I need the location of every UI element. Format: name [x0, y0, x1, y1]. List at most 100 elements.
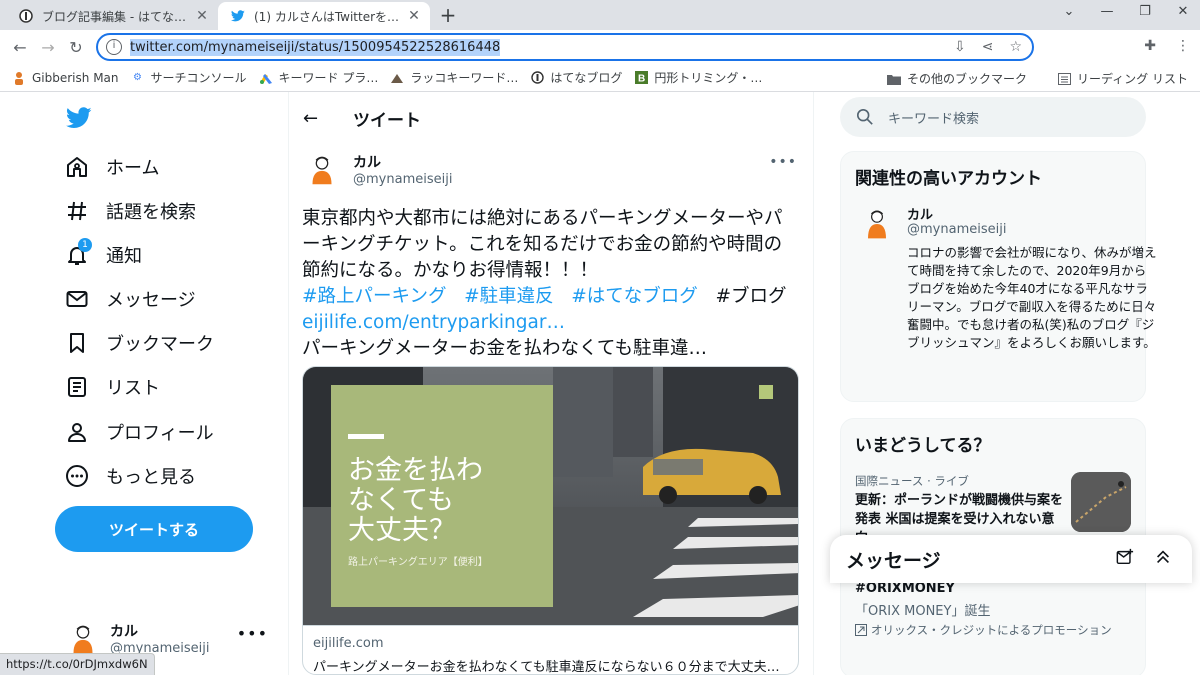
related-name[interactable]: カル — [907, 204, 933, 223]
bookmark-search-console[interactable]: ⚙ サーチコンソール — [131, 69, 247, 86]
hashtag-link[interactable]: #駐車違反 — [464, 286, 554, 307]
avatar — [64, 619, 102, 657]
more-horizontal-icon[interactable]: ••• — [237, 624, 268, 643]
minimize-icon[interactable]: — — [1096, 4, 1118, 19]
star-icon[interactable]: ☆ — [1009, 39, 1022, 55]
bookmark-other[interactable]: その他のブックマーク — [887, 70, 1027, 87]
nav-notifications[interactable]: 1 通知 — [64, 238, 142, 268]
trend-item-promoted[interactable]: #ORIXMONEY 「ORIX MONEY」誕生 オリックス・クレジットによる… — [855, 577, 1135, 638]
back-icon[interactable]: ← — [6, 38, 34, 57]
share-icon[interactable]: ⋖ — [982, 39, 994, 55]
nav-profile[interactable]: プロフィール — [64, 419, 214, 445]
nav-more[interactable]: もっと見る — [64, 463, 196, 489]
card-image[interactable]: お金を払わ なくても 大丈夫？ 路上パーキングエリア【便利】 — [303, 367, 798, 625]
rakko-icon — [390, 71, 404, 85]
card-title: パーキングメーターお金を払わなくても駐車違反にならない６０分まで大丈夫… — [313, 660, 780, 675]
bookmark-rakko-keyword[interactable]: ラッコキーワード… — [390, 69, 518, 86]
related-title: 関連性の高いアカウント — [855, 169, 1042, 189]
close-window-icon[interactable]: ✕ — [1172, 4, 1194, 19]
card-meta[interactable]: eijilife.com パーキングメーターお金を払わなくても駐車違反にならない… — [303, 625, 798, 675]
tab-search-icon[interactable]: ⌄ — [1058, 4, 1080, 19]
google-ads-icon — [259, 71, 273, 85]
notification-badge: 1 — [78, 238, 92, 252]
related-bio: コロナの影響で会社が暇になり、休みが増えて時間を持て余したので、2020年9月か… — [907, 245, 1157, 350]
tab-title: (1) カルさんはTwitterを使っています — [254, 9, 406, 24]
tab-close-icon[interactable]: ✕ — [406, 8, 422, 24]
hatena-favicon — [18, 8, 34, 24]
related-avatar[interactable] — [859, 204, 895, 244]
search-placeholder[interactable]: キーワード検索 — [888, 108, 979, 127]
search-box[interactable]: キーワード検索 — [840, 97, 1146, 137]
twitter-logo-icon[interactable] — [66, 106, 92, 130]
extensions-icon[interactable]: ✚ — [1144, 38, 1156, 54]
site-info-icon[interactable]: i — [106, 39, 122, 55]
tab-twitter[interactable]: (1) カルさんはTwitterを使っています ✕ — [218, 2, 430, 30]
promoted-label: オリックス・クレジットによるプロモーション — [855, 622, 1135, 638]
card-overlay-title-1: お金を払わ — [348, 455, 483, 486]
nav-label: プロフィール — [106, 423, 214, 444]
tweet-header: ← ツイート — [289, 92, 815, 144]
tweet-link[interactable]: eijilife.com/entryparkingar… — [302, 312, 565, 333]
bookmark-keyword-planner[interactable]: キーワード プラ… — [259, 69, 378, 86]
tab-title: ブログ記事編集 - はてなブログ — [42, 9, 194, 24]
author-name[interactable]: カル — [353, 152, 452, 172]
messages-drawer-title: メッセージ — [846, 549, 941, 572]
b-letter-icon: B — [634, 71, 648, 85]
hashtag-link[interactable]: #はてなブログ — [571, 286, 698, 307]
url-text[interactable]: twitter.com/mynameiseiji/status/15009545… — [130, 38, 501, 56]
link-status-bar: https://t.co/0rDJmxdw6N — [0, 653, 155, 675]
plain-hashtag[interactable]: #ブログ — [715, 286, 786, 307]
reload-icon[interactable]: ↻ — [62, 38, 90, 57]
tweet-more-icon[interactable]: ••• — [769, 154, 797, 170]
tweet-button[interactable]: ツイートする — [55, 506, 253, 552]
author-handle[interactable]: @mynameiseiji — [353, 172, 452, 187]
nav-label: ブックマーク — [106, 334, 214, 355]
related-accounts-panel: 関連性の高いアカウント カル @mynameiseiji コロナの影響で会社が暇… — [840, 151, 1157, 402]
tab-hatena-blog-edit[interactable]: ブログ記事編集 - はてなブログ ✕ — [6, 2, 218, 30]
right-sidebar: キーワード検索 関連性の高いアカウント カル @mynameiseiji コロナ… — [814, 92, 1200, 675]
nav-bookmarks[interactable]: ブックマーク — [64, 330, 214, 356]
bookmark-hatena-blog[interactable]: はてなブログ — [530, 69, 622, 86]
new-tab-button[interactable]: + — [436, 4, 460, 28]
forward-icon[interactable]: → — [34, 38, 62, 57]
bookmark-circle-trim[interactable]: B 円形トリミング・… — [634, 69, 762, 86]
new-message-icon[interactable] — [1116, 548, 1134, 570]
page-title: ツイート — [353, 110, 421, 131]
nav-label: 話題を検索 — [106, 202, 196, 223]
nav-messages[interactable]: メッセージ — [64, 286, 196, 312]
messages-drawer[interactable]: メッセージ — [830, 535, 1192, 583]
left-nav: ホーム 話題を検索 1 通知 メッセージ ブックマーク リスト プロフィール も… — [0, 92, 288, 675]
window-controls: ⌄ — ❐ ✕ — [1058, 4, 1194, 19]
bookmark-icon — [64, 330, 90, 356]
search-console-icon: ⚙ — [133, 72, 142, 83]
maximize-icon[interactable]: ❐ — [1134, 4, 1156, 19]
mail-icon — [64, 286, 90, 312]
home-icon — [64, 154, 90, 180]
more-circle-icon — [64, 463, 90, 489]
expand-icon[interactable] — [1154, 548, 1172, 570]
bookmark-gibberish-man[interactable]: Gibberish Man — [12, 71, 119, 85]
tweet-author[interactable]: カル @mynameiseiji — [303, 150, 452, 188]
reading-list[interactable]: リーディング リスト — [1057, 70, 1188, 87]
nav-home[interactable]: ホーム — [64, 154, 159, 180]
nav-explore[interactable]: 話題を検索 — [64, 198, 196, 224]
install-icon[interactable]: ⇩ — [954, 39, 966, 55]
author-avatar[interactable] — [303, 150, 341, 188]
back-arrow-icon[interactable]: ← — [303, 108, 323, 129]
trend-category: 国際ニュース · ライブ — [855, 474, 969, 488]
nav-label: リスト — [106, 378, 160, 399]
person-icon — [12, 71, 26, 85]
profile-icon — [64, 419, 90, 445]
tab-close-icon[interactable]: ✕ — [194, 8, 210, 24]
related-handle[interactable]: @mynameiseiji — [907, 222, 1006, 237]
card-overlay-title-2: なくても — [348, 485, 454, 516]
address-bar[interactable]: i twitter.com/mynameiseiji/status/150095… — [96, 33, 1034, 61]
trend-thumbnail[interactable] — [1071, 472, 1131, 532]
nav-lists[interactable]: リスト — [64, 374, 160, 400]
account-name: カル — [110, 623, 138, 640]
browser-menu-icon[interactable]: ⋮ — [1176, 38, 1190, 54]
reading-list-icon — [1057, 72, 1071, 86]
card-overlay-subtitle: 路上パーキングエリア【便利】 — [348, 555, 488, 568]
hashtag-link[interactable]: #路上パーキング — [302, 286, 446, 307]
link-card[interactable]: お金を払わ なくても 大丈夫？ 路上パーキングエリア【便利】 eijilife.… — [302, 366, 799, 675]
